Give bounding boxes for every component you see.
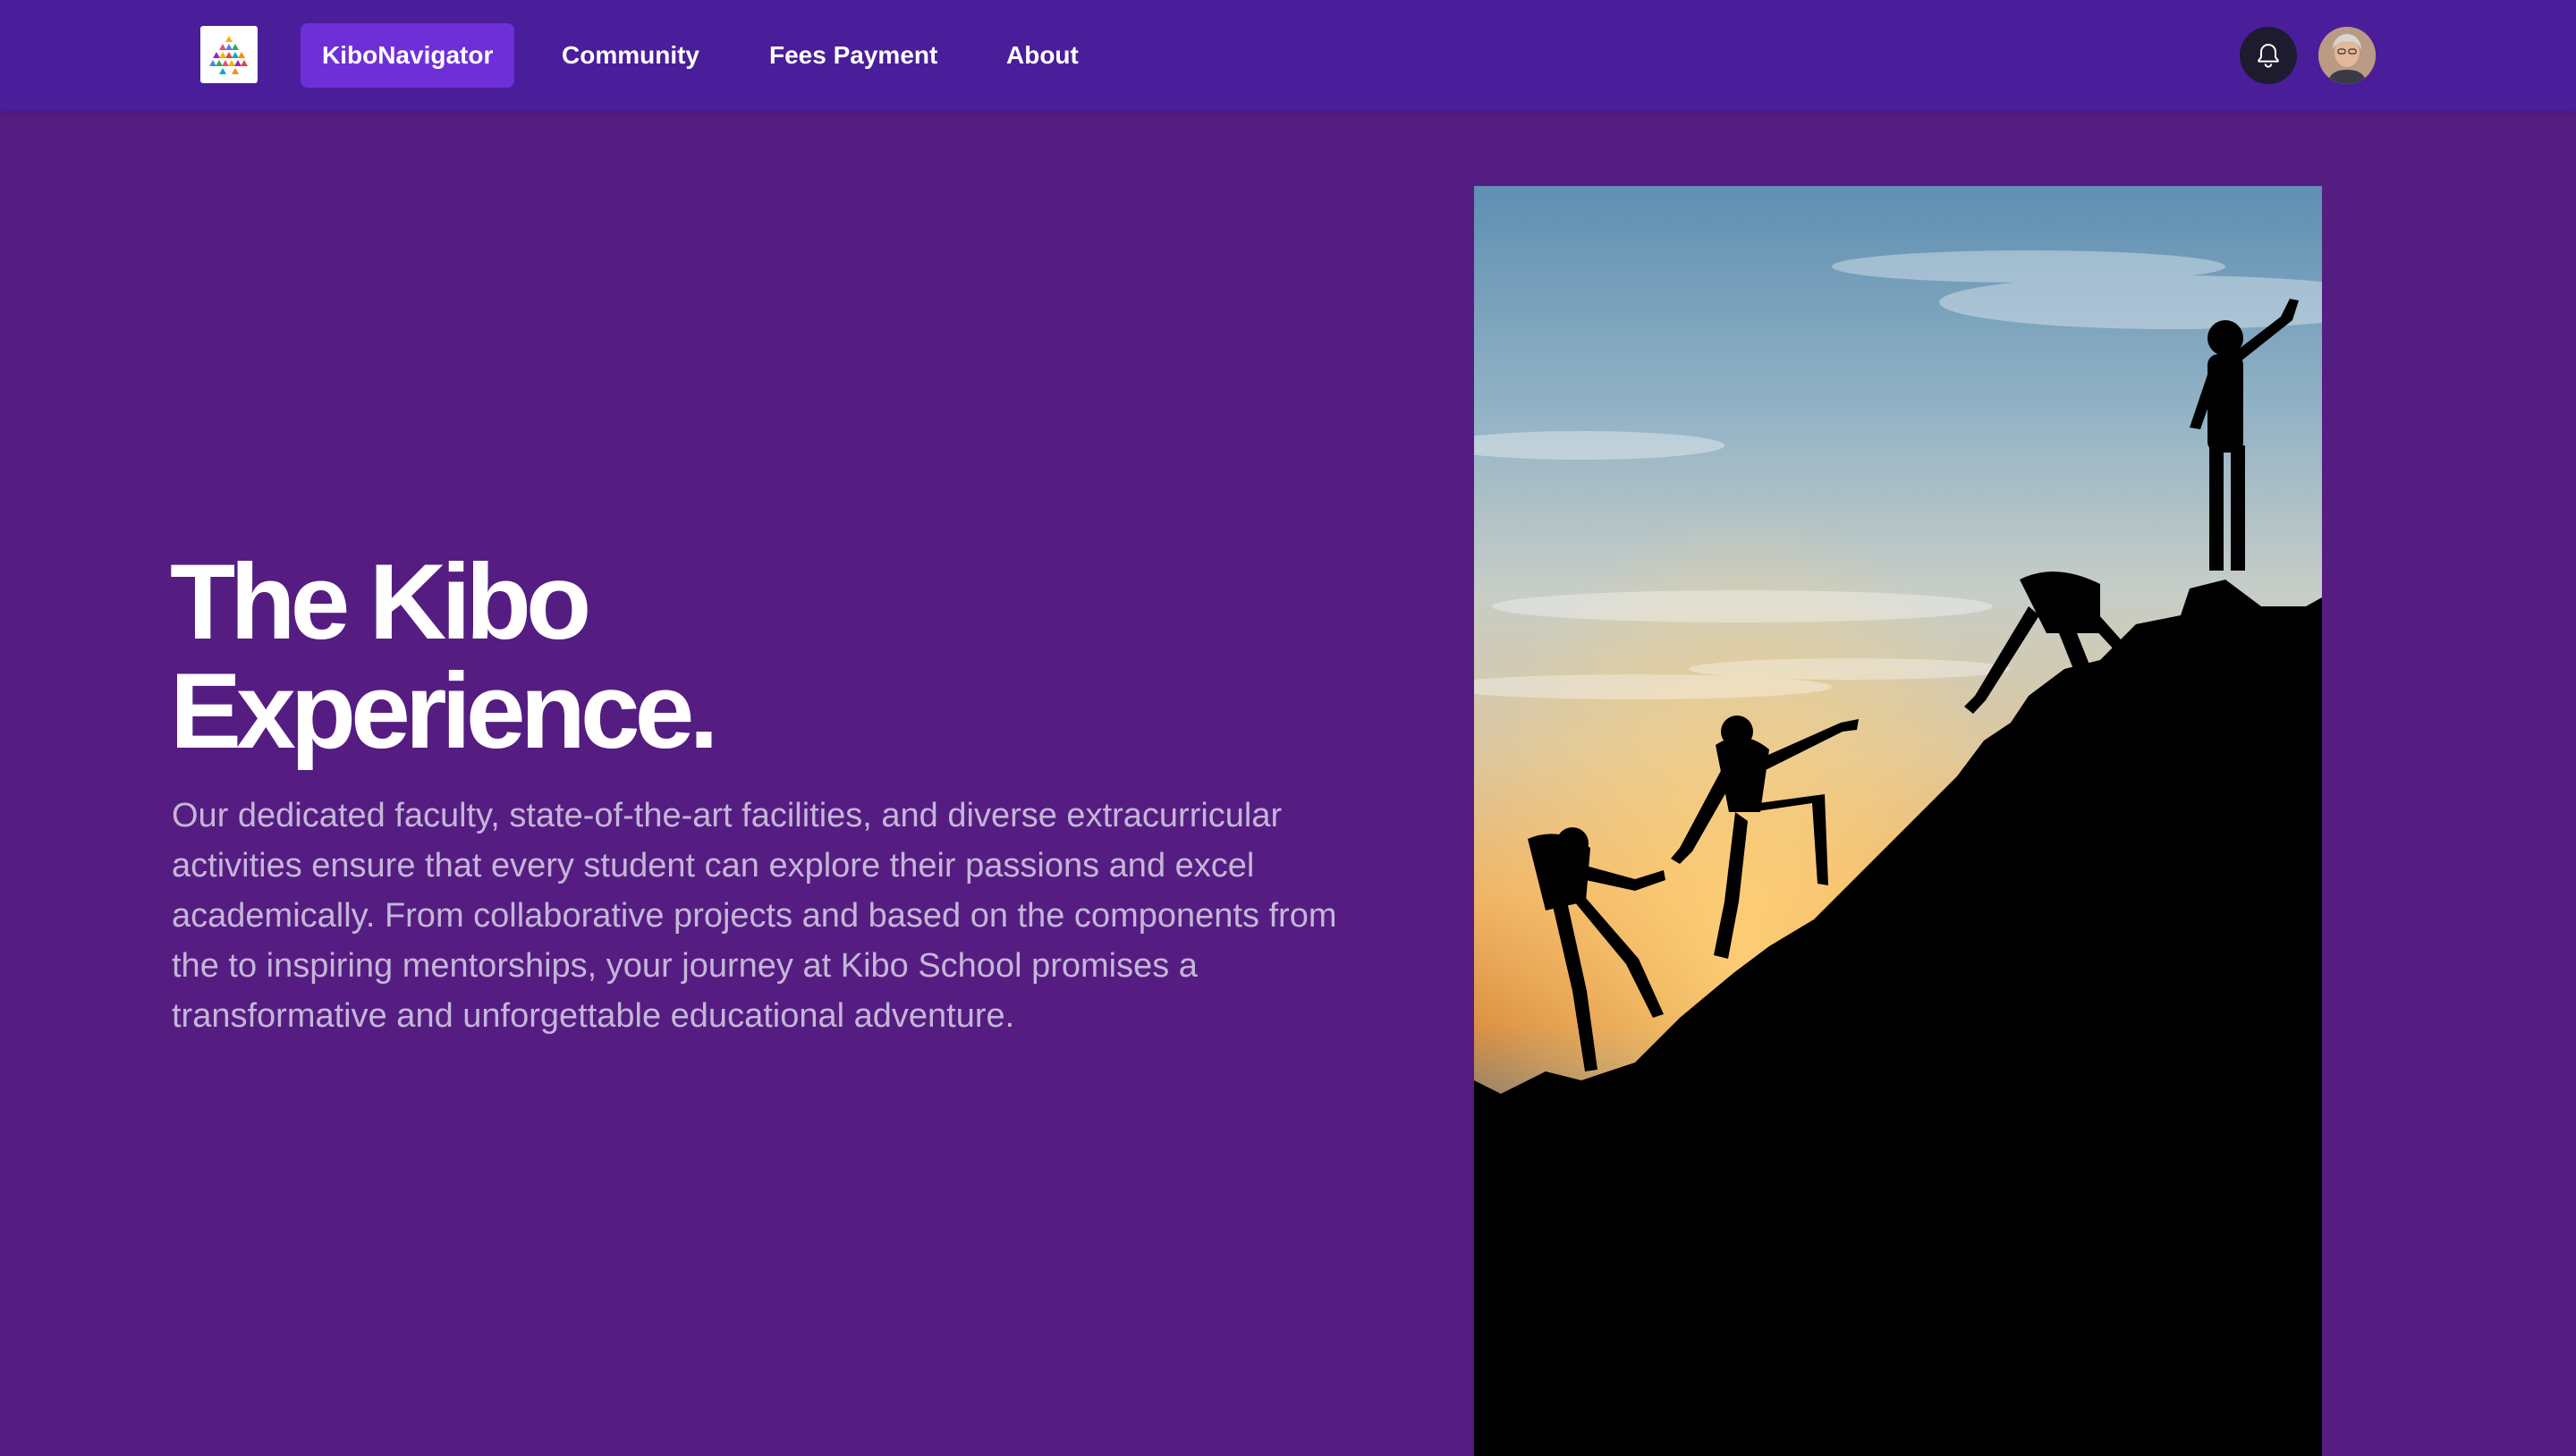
nav-link-about[interactable]: About [985,23,1100,88]
hero-description: Our dedicated faculty, state-of-the-art … [172,797,1337,1035]
kibo-logo-icon[interactable] [200,26,258,83]
top-navbar: KiboNavigator Community Fees Payment Abo… [0,0,2576,111]
user-avatar[interactable] [2318,27,2376,84]
bell-icon [2258,44,2279,68]
hero-title-line-2: Experience. [170,651,719,771]
nav-link-community[interactable]: Community [540,23,721,88]
notification-bell-button[interactable] [2240,27,2297,84]
hero-title: The Kibo Experience. [170,547,1422,766]
nav-link-fees-payment[interactable]: Fees Payment [748,23,959,88]
nav-link-kibonavigator[interactable]: KiboNavigator [301,23,515,88]
climbers-silhouette-image [1474,186,2322,1456]
hero-title-line-1: The Kibo [170,542,591,662]
